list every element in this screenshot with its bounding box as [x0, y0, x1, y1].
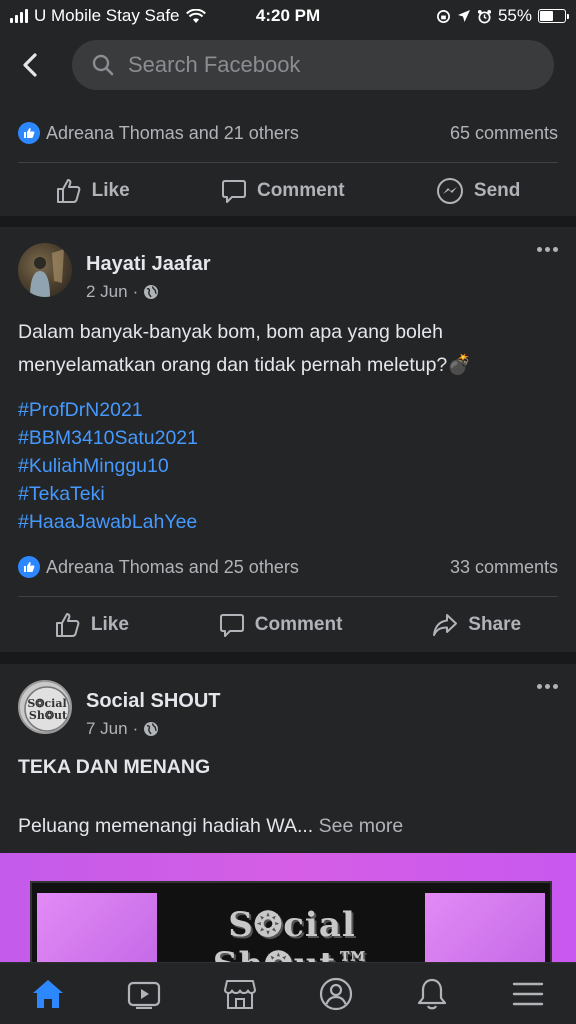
like-reaction-icon	[18, 556, 40, 578]
like-button[interactable]: Like	[41, 606, 143, 644]
alarm-icon	[477, 9, 492, 23]
wifi-icon	[185, 8, 206, 23]
send-button[interactable]: Send	[422, 171, 534, 211]
avatar[interactable]	[18, 243, 72, 297]
tab-home[interactable]	[18, 969, 78, 1019]
globe-icon	[144, 722, 159, 736]
screen-lock-icon	[437, 9, 450, 23]
reaction-text: Adreana Thomas and 21 others	[46, 122, 299, 143]
tab-menu[interactable]	[498, 969, 558, 1019]
hashtag-link[interactable]: #BBM3410Satu2021	[18, 424, 558, 452]
see-more-link[interactable]: See more	[319, 815, 404, 837]
back-button[interactable]	[22, 53, 44, 77]
comment-count[interactable]: 65 comments	[450, 123, 558, 144]
avatar[interactable]: S❂cial Sh❂ut	[18, 680, 72, 734]
action-bar: Like Comment Send	[0, 163, 576, 219]
messenger-icon	[436, 178, 463, 204]
tab-notifications[interactable]	[402, 969, 462, 1019]
post-text: Dalam banyak-banyak bom, bom apa yang bo…	[18, 321, 472, 376]
action-bar: Like Comment Share	[0, 597, 576, 653]
battery-percent: 55%	[497, 6, 532, 25]
post-excerpt: Peluang memenangi hadiah WA...	[18, 815, 314, 837]
comment-count[interactable]: 33 comments	[450, 557, 558, 578]
hashtag-link[interactable]: #TekaTeki	[18, 480, 558, 508]
tab-watch[interactable]	[114, 969, 174, 1019]
thumbs-up-icon	[55, 613, 80, 637]
top-header	[0, 32, 576, 98]
carrier-label: U Mobile Stay Safe	[34, 6, 180, 25]
post-title: TEKA DAN MENANG	[18, 756, 211, 778]
status-bar: U Mobile Stay Safe 4:20 PM 55%	[0, 0, 576, 32]
post-date[interactable]: 2 Jun	[86, 282, 128, 302]
clock: 4:20 PM	[255, 6, 321, 25]
author-name[interactable]: Social SHOUT	[86, 690, 220, 713]
social-shout-logo: S❂cial Sh❂ut™	[213, 905, 370, 964]
signal-icon	[10, 9, 28, 23]
tv-frame: S❂cial Sh❂ut™	[30, 881, 552, 964]
post-text: Peluang memenangi hadiah WA... See more	[0, 784, 576, 843]
share-arrow-icon	[433, 614, 458, 636]
like-button[interactable]: Like	[42, 172, 144, 210]
reaction-text: Adreana Thomas and 25 others	[46, 556, 299, 577]
battery-icon	[538, 9, 569, 23]
home-icon	[33, 979, 63, 1008]
bell-icon	[417, 978, 447, 1009]
news-feed: Adreana Thomas and 21 others 65 comments…	[0, 98, 576, 964]
author-name[interactable]: Hayati Jaafar	[86, 253, 211, 276]
post-date[interactable]: 7 Jun	[86, 719, 128, 739]
hamburger-menu-icon	[512, 982, 544, 1005]
more-options-button[interactable]	[537, 684, 558, 689]
reaction-summary[interactable]: Adreana Thomas and 21 others	[18, 122, 299, 144]
like-reaction-icon	[18, 122, 40, 144]
chevron-left-icon	[23, 53, 37, 77]
comment-button[interactable]: Comment	[205, 606, 357, 644]
more-options-button[interactable]	[537, 247, 558, 252]
hashtag-link[interactable]: #ProfDrN2021	[18, 396, 558, 424]
comment-icon	[219, 614, 244, 637]
tab-profile[interactable]	[306, 969, 366, 1019]
video-icon	[127, 981, 161, 1009]
marketplace-icon	[224, 979, 256, 1009]
thumbs-up-icon	[56, 179, 81, 203]
hashtag-list: #ProfDrN2021 #BBM3410Satu2021 #KuliahMin…	[0, 382, 576, 536]
hashtag-link[interactable]: #HaaaJawabLahYee	[18, 508, 558, 536]
comment-button[interactable]: Comment	[207, 172, 359, 210]
post-image[interactable]: S❂cial Sh❂ut™	[0, 853, 576, 964]
post-card: Hayati Jaafar 2 Jun · Dalam banyak-banya…	[0, 227, 576, 652]
location-icon	[457, 10, 470, 22]
profile-icon	[319, 977, 353, 1010]
reaction-summary[interactable]: Adreana Thomas and 25 others	[18, 556, 299, 578]
hashtag-link[interactable]: #KuliahMinggu10	[18, 452, 558, 480]
bottom-tab-bar	[0, 962, 576, 1024]
post-card-previous: Adreana Thomas and 21 others 65 comments…	[0, 98, 576, 216]
search-icon	[92, 54, 114, 76]
search-bar[interactable]	[72, 40, 554, 90]
share-button[interactable]: Share	[418, 606, 535, 644]
svg-text:Sh❂ut: Sh❂ut	[29, 709, 68, 722]
comment-icon	[221, 180, 246, 203]
globe-icon	[144, 285, 159, 299]
tab-marketplace[interactable]	[210, 969, 270, 1019]
search-input[interactable]	[128, 52, 534, 78]
